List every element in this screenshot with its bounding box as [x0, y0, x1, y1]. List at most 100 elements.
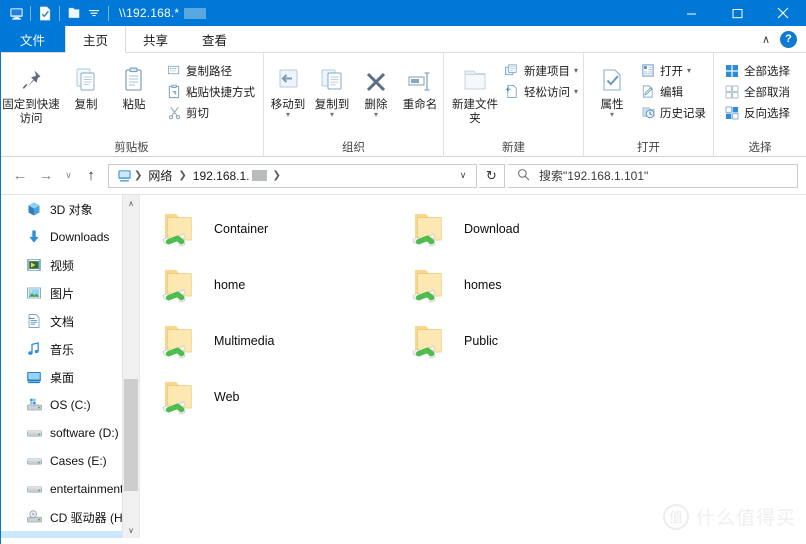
recent-locations-button[interactable]: ∨: [60, 164, 77, 188]
sidebar-scroll-down-button[interactable]: ∨: [123, 522, 139, 538]
maximize-button[interactable]: [714, 0, 760, 26]
minimize-button[interactable]: [668, 0, 714, 26]
edit-button[interactable]: 编辑: [636, 81, 711, 102]
file-item-download[interactable]: Download: [404, 201, 654, 257]
delete-button[interactable]: 删除 ▾: [354, 57, 398, 118]
properties-checkmark-icon[interactable]: [35, 3, 55, 23]
select-small-buttons: 全部选择 全部取消: [720, 57, 795, 123]
tab-share[interactable]: 共享: [126, 26, 185, 52]
pin-icon: [16, 61, 46, 95]
forward-button[interactable]: →: [34, 164, 58, 188]
sidebar-item-downloads[interactable]: Downloads: [0, 223, 139, 251]
sidebar-item-software-d[interactable]: software (D:): [0, 419, 139, 447]
edit-label: 编辑: [660, 84, 683, 100]
address-bar[interactable]: ❯ 网络 ❯ 192.168.1. ❯ ∨: [108, 164, 477, 188]
copy-path-button[interactable]: 复制路径: [162, 60, 260, 81]
delete-caret-icon[interactable]: ▾: [374, 112, 378, 118]
new-item-icon: [503, 62, 521, 79]
select-none-button[interactable]: 全部取消: [720, 81, 795, 102]
customize-quick-access-icon[interactable]: [84, 3, 104, 23]
tab-home-label: 主页: [83, 30, 108, 49]
new-item-label: 新建项目: [524, 63, 570, 79]
title-bar: \\192.168.*: [0, 0, 806, 26]
tab-file[interactable]: 文件: [0, 26, 65, 52]
3d-objects-icon: [24, 201, 44, 217]
breadcrumb-computer-icon[interactable]: [115, 168, 132, 183]
copy-button[interactable]: 复制: [62, 57, 110, 112]
history-icon: [639, 104, 657, 121]
refresh-button[interactable]: ↻: [479, 164, 505, 188]
open-button[interactable]: 打开 ▾: [636, 60, 711, 81]
cd-drive-icon: [24, 509, 44, 525]
sidebar-item-3d-objects[interactable]: 3D 对象: [0, 195, 139, 223]
easy-access-caret-icon[interactable]: ▾: [574, 87, 578, 96]
paste-shortcut-button[interactable]: 粘贴快捷方式: [162, 81, 260, 102]
tab-file-label: 文件: [20, 30, 45, 49]
file-item-container[interactable]: Container: [154, 201, 404, 257]
properties-caret-icon[interactable]: ▾: [610, 112, 614, 118]
new-item-button[interactable]: 新建项目 ▾: [500, 60, 583, 81]
collapse-ribbon-icon[interactable]: ∧: [762, 33, 770, 46]
new-folder-button[interactable]: 新建文件夹: [452, 57, 498, 126]
cut-button[interactable]: 剪切: [162, 102, 260, 123]
easy-access-button[interactable]: 轻松访问 ▾: [500, 81, 583, 102]
select-all-button[interactable]: 全部选择: [720, 60, 795, 81]
sidebar-item-videos[interactable]: 视频: [0, 251, 139, 279]
tab-home[interactable]: 主页: [65, 26, 126, 53]
file-list-view[interactable]: Container Download: [140, 195, 806, 538]
file-item-public[interactable]: Public: [404, 313, 654, 369]
invert-selection-button[interactable]: 反向选择: [720, 102, 795, 123]
close-button[interactable]: [760, 0, 806, 26]
properties-button[interactable]: 属性 ▾: [590, 57, 634, 118]
up-button[interactable]: ↑: [79, 164, 103, 188]
sidebar-item-cases-e[interactable]: Cases (E:): [0, 447, 139, 475]
breadcrumb-separator-3[interactable]: ❯: [271, 170, 283, 181]
address-dropdown-icon[interactable]: ∨: [452, 170, 474, 181]
breadcrumb-network[interactable]: 网络: [144, 166, 176, 186]
sidebar-label-cases-e: Cases (E:): [50, 454, 107, 468]
tab-view[interactable]: 查看: [185, 26, 244, 52]
sidebar-item-os-c[interactable]: OS (C:): [0, 391, 139, 419]
sidebar-item-pictures[interactable]: 图片: [0, 279, 139, 307]
sidebar-item-network[interactable]: 网络: [0, 531, 139, 538]
sidebar-label-network: 网络: [50, 537, 74, 539]
search-box[interactable]: 搜索"192.168.1.101": [508, 164, 798, 188]
breadcrumb-separator-2[interactable]: ❯: [176, 170, 188, 181]
sidebar-item-desktop[interactable]: 桌面: [0, 363, 139, 391]
new-small-buttons: 新建项目 ▾ 轻松访问 ▾: [500, 57, 583, 102]
copy-to-button[interactable]: 复制到 ▾: [310, 57, 354, 118]
sidebar-item-cd-drive-h[interactable]: CD 驱动器 (H:): [0, 503, 139, 531]
new-item-caret-icon[interactable]: ▾: [574, 66, 578, 75]
paste-button[interactable]: 粘贴: [110, 57, 158, 112]
sidebar-scroll-up-button[interactable]: ∧: [123, 195, 139, 212]
open-caret-icon[interactable]: ▾: [687, 66, 691, 75]
rename-button[interactable]: 重命名: [398, 57, 442, 112]
file-item-homes[interactable]: homes: [404, 257, 654, 313]
sidebar-scroll-thumb[interactable]: [124, 379, 138, 491]
scissors-icon: [165, 104, 183, 121]
help-icon[interactable]: ?: [780, 31, 797, 48]
sidebar-item-entertainment[interactable]: entertainment (: [0, 475, 139, 503]
copy-to-caret-icon[interactable]: ▾: [330, 112, 334, 118]
breadcrumb-host[interactable]: 192.168.1.: [189, 166, 271, 186]
back-button[interactable]: ←: [8, 164, 32, 188]
paste-icon: [119, 61, 149, 95]
ribbon-tab-bar: 文件 主页 共享 查看 ∧ ?: [0, 26, 806, 53]
sidebar-scrollbar[interactable]: ∧ ∨: [122, 195, 139, 538]
new-folder-icon[interactable]: [64, 3, 84, 23]
select-none-label: 全部取消: [744, 84, 790, 100]
file-item-home[interactable]: home: [154, 257, 404, 313]
sidebar-item-music[interactable]: 音乐: [0, 335, 139, 363]
pin-to-quick-access-button[interactable]: 固定到快速访问: [0, 57, 62, 126]
file-item-web[interactable]: Web: [154, 369, 404, 425]
paste-shortcut-label: 粘贴快捷方式: [186, 84, 255, 100]
history-button[interactable]: 历史记录: [636, 102, 711, 123]
sidebar-item-documents[interactable]: 文档: [0, 307, 139, 335]
move-to-caret-icon[interactable]: ▾: [286, 112, 290, 118]
file-item-multimedia[interactable]: Multimedia: [154, 313, 404, 369]
sidebar-label-videos: 视频: [50, 257, 74, 274]
network-share-folder-icon: [404, 316, 452, 367]
breadcrumb-separator-1[interactable]: ❯: [132, 170, 144, 181]
sidebar-label-cd-drive-h: CD 驱动器 (H:): [50, 509, 130, 526]
move-to-button[interactable]: 移动到 ▾: [266, 57, 310, 118]
